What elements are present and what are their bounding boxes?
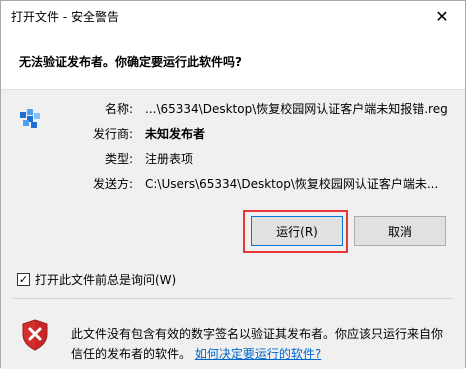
close-icon: ✕ <box>435 6 449 26</box>
name-value: ...\65334\Desktop\恢复校园网认证客户端未知报错.reg <box>145 102 448 116</box>
publisher-value: 未知发布者 <box>145 127 206 141</box>
type-label: 类型: <box>104 152 133 166</box>
details-panel: 名称: ...\65334\Desktop\恢复校园网认证客户端未知报错.reg… <box>1 89 465 369</box>
from-label: 发送方: <box>92 177 133 191</box>
type-value: 注册表项 <box>145 152 194 166</box>
always-ask-option[interactable]: ✓ 打开此文件前总是询问(W) <box>17 271 176 287</box>
decide-software-link[interactable]: 如何决定要运行的软件? <box>195 347 321 361</box>
checkmark-icon: ✓ <box>18 272 29 286</box>
name-label: 名称: <box>104 102 133 116</box>
warning-message: 此文件没有包含有效的数字签名以验证其发布者。你应该只运行来自你信任的发布者的软件… <box>71 324 451 364</box>
always-ask-checkbox[interactable]: ✓ <box>17 272 30 286</box>
name-row: 名称: ...\65334\Desktop\恢复校园网认证客户端未知报错.reg <box>1 100 466 118</box>
title-bar: 打开文件 - 安全警告 ✕ <box>1 1 465 31</box>
close-button[interactable]: ✕ <box>419 1 465 31</box>
cancel-button[interactable]: 取消 <box>354 216 446 246</box>
header-panel: 无法验证发布者。你确定要运行此软件吗? <box>1 31 465 89</box>
from-value: C:\Users\65334\Desktop\恢复校园网认证客户端未... <box>145 177 439 191</box>
run-button[interactable]: 运行(R) <box>251 216 343 246</box>
type-row: 类型: 注册表项 <box>1 150 466 168</box>
window-title: 打开文件 - 安全警告 <box>11 10 119 24</box>
always-ask-label[interactable]: 打开此文件前总是询问(W) <box>35 271 176 288</box>
warning-question: 无法验证发布者。你确定要运行此软件吗? <box>19 55 242 69</box>
from-row: 发送方: C:\Users\65334\Desktop\恢复校园网认证客户端未.… <box>1 175 466 193</box>
shield-error-icon <box>22 319 48 351</box>
publisher-row: 发行商: 未知发布者 <box>1 125 466 143</box>
divider <box>13 298 453 299</box>
security-warning-dialog: 打开文件 - 安全警告 ✕ 无法验证发布者。你确定要运行此软件吗? 名称: ..… <box>0 0 466 369</box>
publisher-label: 发行商: <box>92 127 133 141</box>
